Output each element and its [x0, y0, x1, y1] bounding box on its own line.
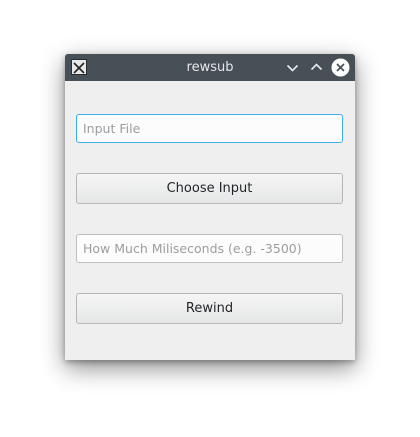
close-icon[interactable] — [331, 58, 350, 77]
choose-input-button[interactable]: Choose Input — [76, 173, 343, 204]
rewind-button[interactable]: Rewind — [76, 293, 343, 324]
app-window: rewsub Choose Input Rewind — [65, 54, 355, 360]
title-bar[interactable]: rewsub — [65, 54, 355, 81]
milliseconds-field[interactable] — [76, 234, 343, 263]
input-file-field[interactable] — [76, 114, 343, 143]
chevron-up-icon[interactable] — [307, 58, 326, 77]
chevron-down-icon[interactable] — [283, 58, 302, 77]
